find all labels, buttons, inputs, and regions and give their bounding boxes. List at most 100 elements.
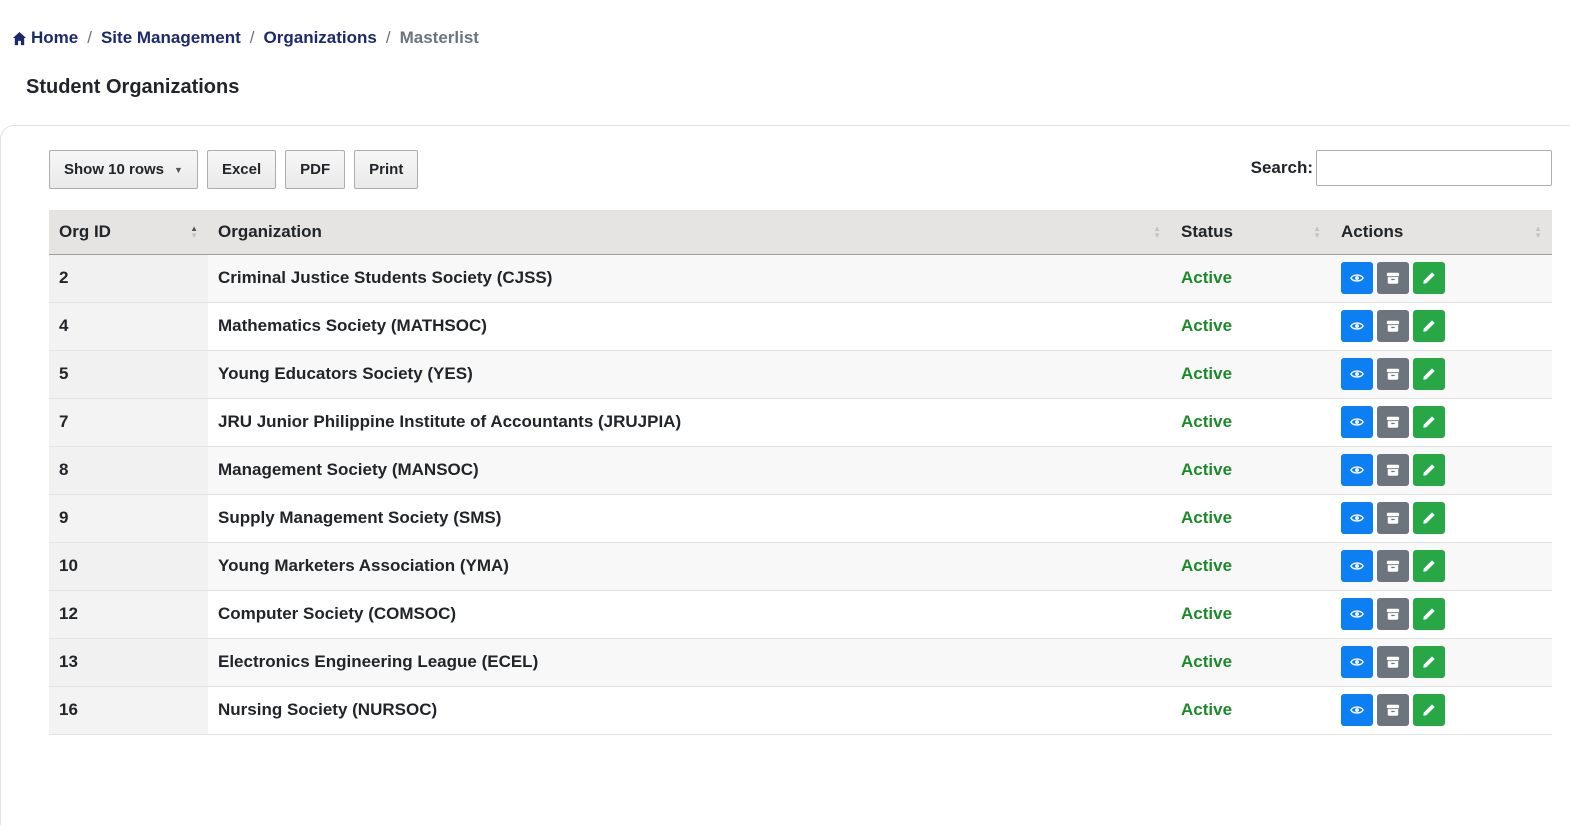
archive-button[interactable] bbox=[1377, 502, 1409, 534]
actions-cell bbox=[1331, 542, 1552, 591]
edit-button[interactable] bbox=[1413, 454, 1445, 486]
org-id-cell: 10 bbox=[49, 542, 208, 591]
edit-button[interactable] bbox=[1413, 502, 1445, 534]
org-id-cell: 2 bbox=[49, 254, 208, 303]
actions-cell bbox=[1331, 494, 1552, 543]
pdf-export-button[interactable]: PDF bbox=[285, 150, 346, 189]
status-cell: Active bbox=[1171, 590, 1331, 639]
column-header-label: Org ID bbox=[59, 221, 111, 241]
column-header-organization[interactable]: Organization ▲ ▼ bbox=[208, 210, 1171, 255]
table-row: 7 JRU Junior Philippine Institute of Acc… bbox=[49, 398, 1552, 447]
view-button[interactable] bbox=[1341, 454, 1373, 486]
column-header-status[interactable]: Status ▲ ▼ bbox=[1171, 210, 1331, 255]
view-button[interactable] bbox=[1341, 310, 1373, 342]
sort-icon: ▲ ▼ bbox=[190, 224, 198, 240]
archive-button[interactable] bbox=[1377, 454, 1409, 486]
org-id-cell: 16 bbox=[49, 686, 208, 735]
view-button[interactable] bbox=[1341, 646, 1373, 678]
eye-icon bbox=[1350, 610, 1364, 618]
actions-cell bbox=[1331, 350, 1552, 399]
archive-icon bbox=[1386, 656, 1400, 668]
eye-icon bbox=[1350, 322, 1364, 330]
home-icon bbox=[12, 31, 27, 45]
status-cell: Active bbox=[1171, 398, 1331, 447]
view-button[interactable] bbox=[1341, 358, 1373, 390]
view-button[interactable] bbox=[1341, 406, 1373, 438]
pencil-icon bbox=[1423, 416, 1435, 428]
organization-name-cell: Nursing Society (NURSOC) bbox=[208, 686, 1171, 735]
edit-button[interactable] bbox=[1413, 646, 1445, 678]
show-rows-label: Show 10 rows bbox=[64, 161, 165, 178]
sort-icon: ▲ ▼ bbox=[1153, 224, 1161, 240]
archive-button[interactable] bbox=[1377, 310, 1409, 342]
view-button[interactable] bbox=[1341, 262, 1373, 294]
organizations-table: Org ID ▲ ▼ Organization ▲ ▼ Status ▲ ▼ Acti… bbox=[49, 210, 1552, 735]
archive-button[interactable] bbox=[1377, 358, 1409, 390]
column-header-actions[interactable]: Actions ▲ ▼ bbox=[1331, 210, 1552, 255]
breadcrumb-current: Masterlist bbox=[399, 28, 479, 47]
archive-button[interactable] bbox=[1377, 406, 1409, 438]
eye-icon bbox=[1350, 562, 1364, 570]
status-cell: Active bbox=[1171, 254, 1331, 303]
show-rows-dropdown[interactable]: Show 10 rows ▼ bbox=[49, 150, 198, 189]
column-header-org-id[interactable]: Org ID ▲ ▼ bbox=[49, 210, 208, 255]
pencil-icon bbox=[1423, 272, 1435, 284]
pencil-icon bbox=[1423, 704, 1435, 716]
column-header-label: Status bbox=[1181, 221, 1233, 241]
archive-icon bbox=[1386, 464, 1400, 476]
page-title: Student Organizations bbox=[26, 76, 240, 98]
archive-button[interactable] bbox=[1377, 550, 1409, 582]
table-row: 10 Young Marketers Association (YMA) Act… bbox=[49, 542, 1552, 591]
view-button[interactable] bbox=[1341, 694, 1373, 726]
organization-name-cell: Supply Management Society (SMS) bbox=[208, 494, 1171, 543]
sort-icon: ▲ ▼ bbox=[1534, 224, 1542, 240]
view-button[interactable] bbox=[1341, 550, 1373, 582]
pencil-icon bbox=[1423, 608, 1435, 620]
status-cell: Active bbox=[1171, 302, 1331, 351]
excel-export-button[interactable]: Excel bbox=[206, 150, 277, 189]
search-area: Search: bbox=[1251, 150, 1552, 186]
archive-icon bbox=[1386, 704, 1400, 716]
archive-button[interactable] bbox=[1377, 694, 1409, 726]
organization-name-cell: Criminal Justice Students Society (CJSS) bbox=[208, 254, 1171, 303]
archive-button[interactable] bbox=[1377, 262, 1409, 294]
table-body: 2 Criminal Justice Students Society (CJS… bbox=[49, 254, 1552, 735]
table-row: 4 Mathematics Society (MATHSOC) Active bbox=[49, 302, 1552, 351]
edit-button[interactable] bbox=[1413, 550, 1445, 582]
eye-icon bbox=[1350, 274, 1364, 282]
status-cell: Active bbox=[1171, 494, 1331, 543]
status-cell: Active bbox=[1171, 542, 1331, 591]
edit-button[interactable] bbox=[1413, 358, 1445, 390]
breadcrumb-separator: / bbox=[249, 28, 255, 47]
edit-button[interactable] bbox=[1413, 598, 1445, 630]
archive-icon bbox=[1386, 512, 1400, 524]
table-header-row: Org ID ▲ ▼ Organization ▲ ▼ Status ▲ ▼ Acti… bbox=[49, 210, 1552, 255]
breadcrumb-organizations-link[interactable]: Organizations bbox=[264, 28, 377, 48]
archive-button[interactable] bbox=[1377, 598, 1409, 630]
edit-button[interactable] bbox=[1413, 406, 1445, 438]
breadcrumb-separator: / bbox=[87, 28, 92, 47]
print-button[interactable]: Print bbox=[354, 150, 419, 189]
archive-icon bbox=[1386, 608, 1400, 620]
breadcrumb-home-link[interactable]: Home bbox=[31, 28, 78, 48]
search-input[interactable] bbox=[1316, 150, 1552, 186]
eye-icon bbox=[1350, 706, 1364, 714]
organization-name-cell: Mathematics Society (MATHSOC) bbox=[208, 302, 1171, 351]
edit-button[interactable] bbox=[1413, 694, 1445, 726]
organization-name-cell: Young Marketers Association (YMA) bbox=[208, 542, 1171, 591]
archive-button[interactable] bbox=[1377, 646, 1409, 678]
actions-cell bbox=[1331, 638, 1552, 687]
breadcrumb-site-management-link[interactable]: Site Management bbox=[101, 28, 241, 48]
organization-name-cell: Electronics Engineering League (ECEL) bbox=[208, 638, 1171, 687]
edit-button[interactable] bbox=[1413, 310, 1445, 342]
pencil-icon bbox=[1423, 512, 1435, 524]
org-id-cell: 5 bbox=[49, 350, 208, 399]
breadcrumb: Home / Site Management / Organizations /… bbox=[12, 27, 479, 49]
actions-cell bbox=[1331, 446, 1552, 495]
column-header-label: Organization bbox=[218, 221, 322, 241]
edit-button[interactable] bbox=[1413, 262, 1445, 294]
actions-cell bbox=[1331, 686, 1552, 735]
view-button[interactable] bbox=[1341, 598, 1373, 630]
view-button[interactable] bbox=[1341, 502, 1373, 534]
actions-cell bbox=[1331, 302, 1552, 351]
